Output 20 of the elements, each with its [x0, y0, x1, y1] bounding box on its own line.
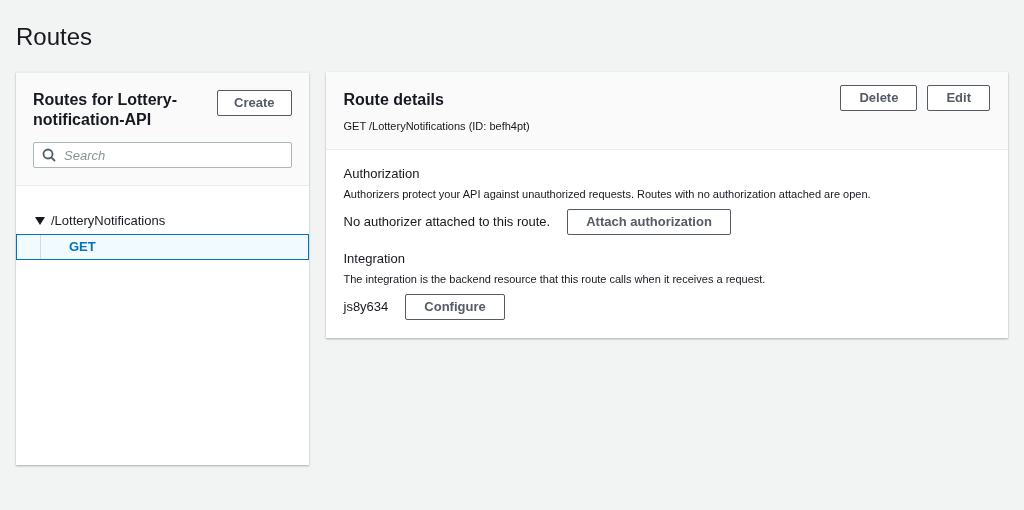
action-button[interactable]: Delete [840, 85, 918, 111]
panel-title: Routes for Lottery-notification-API [33, 90, 178, 130]
caret-icon[interactable] [35, 216, 45, 226]
section-description: The integration is the backend resource that this route calls when it receives a request. [343, 272, 766, 287]
tree-item[interactable]: /LotteryNotifications [16, 208, 309, 234]
search-icon [42, 148, 56, 162]
section-heading: Authorization [343, 164, 420, 183]
tree-item[interactable]: GET [16, 234, 309, 260]
action-button[interactable]: Edit [927, 85, 990, 111]
section-button[interactable]: Configure [405, 293, 505, 320]
section-button[interactable]: Attach authorization [567, 208, 731, 235]
route-subtitle: GET /LotteryNotifications (ID: befh4pt) [343, 119, 530, 134]
search-field[interactable]: Search [33, 142, 292, 168]
section-value: js8y634 [343, 297, 389, 316]
section-description: Authorizers protect your API against unauthorized requests. Routes with no authorization attached are open. [343, 187, 871, 202]
panel-title: Route details [343, 90, 444, 110]
section-heading: Integration [343, 249, 405, 268]
create-button[interactable]: Create [217, 90, 292, 116]
section-value: No authorizer attached to this route. [343, 212, 551, 231]
page-title: Routes [16, 22, 93, 52]
